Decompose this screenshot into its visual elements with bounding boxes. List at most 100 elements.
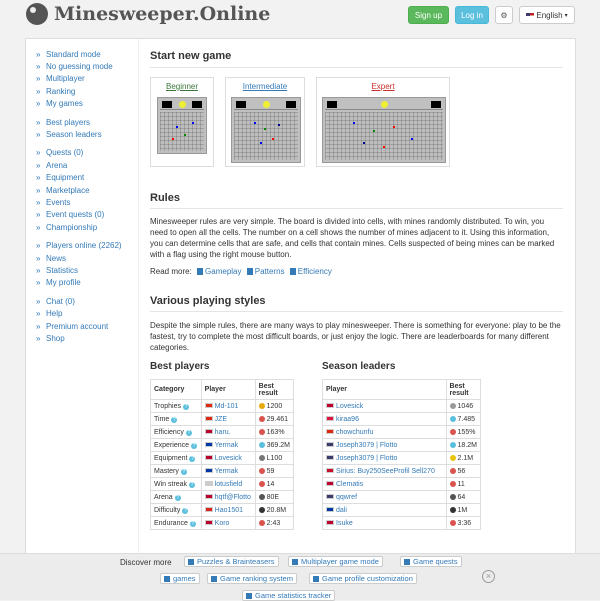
sidebar-item[interactable]: » Quests (0) bbox=[26, 147, 138, 159]
sidebar-item[interactable]: » Event quests (0) bbox=[26, 209, 138, 221]
flag-icon bbox=[204, 454, 213, 460]
sidebar-item[interactable]: » Ranking bbox=[26, 85, 138, 97]
player-link[interactable]: haru. bbox=[215, 429, 231, 436]
player-link[interactable]: JZE bbox=[215, 416, 227, 423]
help-icon[interactable]: ? bbox=[185, 429, 192, 436]
result-icon bbox=[449, 467, 456, 474]
player-link[interactable]: Sirius: Buy250SeeProfil Sell270 bbox=[336, 468, 435, 475]
intermediate-board-preview bbox=[231, 97, 301, 163]
sidebar-item[interactable]: » Championship bbox=[26, 221, 138, 233]
player-link[interactable]: Hao1501 bbox=[215, 507, 243, 514]
category-cell: Endurance? bbox=[150, 516, 202, 530]
sidebar-item[interactable]: » Best players bbox=[26, 116, 138, 128]
discover-chip[interactable]: Puzzles & Brainteasers bbox=[184, 556, 279, 567]
result-cell: 2:43 bbox=[254, 516, 295, 530]
player-link[interactable]: Yermak bbox=[215, 468, 238, 475]
sidebar-item[interactable]: » Chat (0) bbox=[26, 295, 138, 307]
chevron-right-icon: » bbox=[36, 160, 41, 170]
result-cell: 14 bbox=[254, 477, 295, 491]
player-link[interactable]: Lovesick bbox=[336, 403, 363, 410]
sidebar-item[interactable]: » Equipment bbox=[26, 172, 138, 184]
help-icon[interactable]: ? bbox=[171, 416, 178, 423]
player-link[interactable]: Koro bbox=[215, 520, 230, 527]
player-link[interactable]: Clematis bbox=[336, 481, 363, 488]
discover-label: Discover more bbox=[120, 558, 172, 567]
flag-icon bbox=[326, 415, 334, 421]
player-link[interactable]: qqwref bbox=[336, 494, 357, 501]
player-link[interactable]: lotusfield bbox=[215, 481, 243, 488]
site-logo[interactable]: Minesweeper.Online bbox=[26, 3, 270, 25]
help-icon[interactable]: ? bbox=[180, 468, 187, 475]
sidebar-item[interactable]: » Players online (2262) bbox=[26, 239, 138, 251]
help-icon[interactable]: ? bbox=[189, 520, 196, 527]
signup-button[interactable]: Sign up bbox=[408, 6, 449, 24]
sidebar-item[interactable]: » Statistics bbox=[26, 264, 138, 276]
help-icon[interactable]: ? bbox=[182, 403, 189, 410]
result-value: 2.1M bbox=[457, 454, 474, 462]
player-link[interactable]: Joseph3079 | Flotto bbox=[336, 455, 397, 462]
player-link[interactable]: chowchunfu bbox=[336, 429, 373, 436]
nav-group: » Quests (0)» Arena» Equipment» Marketplace»… bbox=[26, 147, 138, 234]
sidebar-item[interactable]: » Standard mode bbox=[26, 48, 138, 60]
flag-icon bbox=[204, 402, 213, 408]
player-link[interactable]: dali bbox=[336, 507, 347, 514]
chevron-right-icon: » bbox=[36, 253, 41, 263]
help-icon[interactable]: ? bbox=[191, 442, 198, 449]
player-link[interactable]: Yermak bbox=[215, 442, 238, 449]
beginner-link[interactable]: Beginner bbox=[151, 82, 213, 91]
chevron-right-icon: » bbox=[36, 241, 41, 251]
expert-link[interactable]: Expert bbox=[317, 82, 449, 91]
player-link[interactable]: Joseph3079 | Flotto bbox=[336, 442, 397, 449]
intermediate-link[interactable]: Intermediate bbox=[226, 82, 304, 91]
start-game-title: Start new game bbox=[150, 50, 232, 62]
player-link[interactable]: Isuke bbox=[336, 520, 353, 527]
result-icon bbox=[449, 441, 456, 448]
sidebar-item[interactable]: » Multiplayer bbox=[26, 73, 138, 85]
category-label: Trophies bbox=[154, 402, 181, 410]
close-icon[interactable]: × bbox=[482, 570, 495, 583]
category-label: Endurance bbox=[154, 519, 188, 527]
intermediate-card[interactable]: Intermediate bbox=[225, 77, 305, 167]
sidebar-item[interactable]: » Premium account bbox=[26, 320, 138, 332]
discover-chip[interactable]: Game quests bbox=[400, 556, 462, 567]
help-icon[interactable]: ? bbox=[174, 494, 181, 501]
discover-chip[interactable]: Game profile customization bbox=[309, 573, 417, 584]
chevron-right-icon: » bbox=[36, 148, 41, 158]
sidebar-item[interactable]: » Events bbox=[26, 196, 138, 208]
sidebar-item[interactable]: » Marketplace bbox=[26, 184, 138, 196]
sidebar-item[interactable]: » Season leaders bbox=[26, 128, 138, 140]
discover-chip[interactable]: Game statistics tracker bbox=[242, 590, 336, 601]
sidebar-item[interactable]: » No guessing mode bbox=[26, 60, 138, 72]
sidebar-item[interactable]: » Shop bbox=[26, 332, 138, 344]
sidebar-item[interactable]: » My games bbox=[26, 98, 138, 110]
discover-chip[interactable]: Multiplayer game mode bbox=[288, 556, 383, 567]
result-value: 1M bbox=[457, 506, 468, 514]
efficiency-link[interactable]: Efficiency bbox=[298, 267, 332, 276]
language-select[interactable]: English ▾ bbox=[519, 6, 575, 24]
sidebar-item[interactable]: » Help bbox=[26, 307, 138, 319]
sidebar-item[interactable]: » My profile bbox=[26, 277, 138, 289]
settings-button[interactable]: ⚙ bbox=[495, 6, 513, 24]
result-cell: 155% bbox=[445, 425, 482, 439]
player-link[interactable]: Md-101 bbox=[215, 403, 239, 410]
discover-chip[interactable]: Game ranking system bbox=[207, 573, 297, 584]
beginner-card[interactable]: Beginner bbox=[150, 77, 214, 167]
player-cell: kiraa96 bbox=[322, 412, 447, 426]
help-icon[interactable]: ? bbox=[189, 455, 196, 462]
player-link[interactable]: Lovesick bbox=[215, 455, 242, 462]
flag-icon bbox=[326, 402, 334, 408]
expert-card[interactable]: Expert bbox=[316, 77, 450, 167]
result-value: L100 bbox=[266, 454, 283, 462]
discover-chip[interactable]: games bbox=[160, 573, 200, 584]
gameplay-link[interactable]: Gameplay bbox=[205, 267, 241, 276]
patterns-link[interactable]: Patterns bbox=[255, 267, 285, 276]
login-button[interactable]: Log in bbox=[455, 6, 489, 24]
help-icon[interactable]: ? bbox=[182, 507, 189, 514]
sidebar-item[interactable]: » Arena bbox=[26, 159, 138, 171]
player-link[interactable]: kiraa96 bbox=[336, 416, 359, 423]
result-icon bbox=[258, 428, 265, 435]
table-row: Isuke 3:36 bbox=[322, 516, 482, 530]
player-link[interactable]: hqtf@Flotto bbox=[215, 494, 251, 501]
sidebar-item[interactable]: » News bbox=[26, 252, 138, 264]
help-icon[interactable]: ? bbox=[189, 481, 196, 488]
